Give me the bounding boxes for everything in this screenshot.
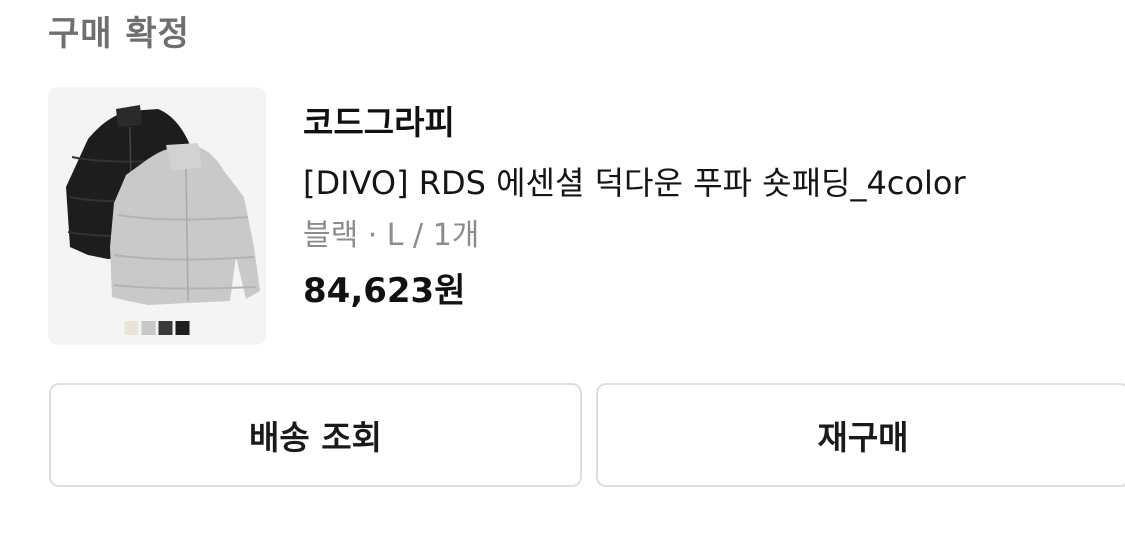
product-name[interactable]: [DIVO] RDS 에센셜 덕다운 푸파 숏패딩_4color — [303, 159, 1103, 207]
product-price: 84,623원 — [303, 271, 466, 311]
brand-name[interactable]: 코드그라피 — [303, 97, 1103, 149]
color-swatch — [141, 321, 156, 335]
color-swatch — [124, 321, 139, 335]
puffer-jacket-image — [66, 105, 260, 335]
rebuy-button[interactable]: 재구매 — [596, 383, 1125, 487]
product-info: 코드그라피 [DIVO] RDS 에센셜 덕다운 푸파 숏패딩_4color 블… — [303, 97, 1103, 315]
color-swatch — [158, 321, 173, 335]
product-thumbnail[interactable] — [48, 87, 266, 345]
color-swatch — [175, 321, 190, 335]
order-status-label: 구매 확정 — [48, 14, 190, 54]
product-option: 블랙 · L / 1개 — [303, 218, 480, 253]
track-delivery-button[interactable]: 배송 조회 — [49, 383, 582, 487]
